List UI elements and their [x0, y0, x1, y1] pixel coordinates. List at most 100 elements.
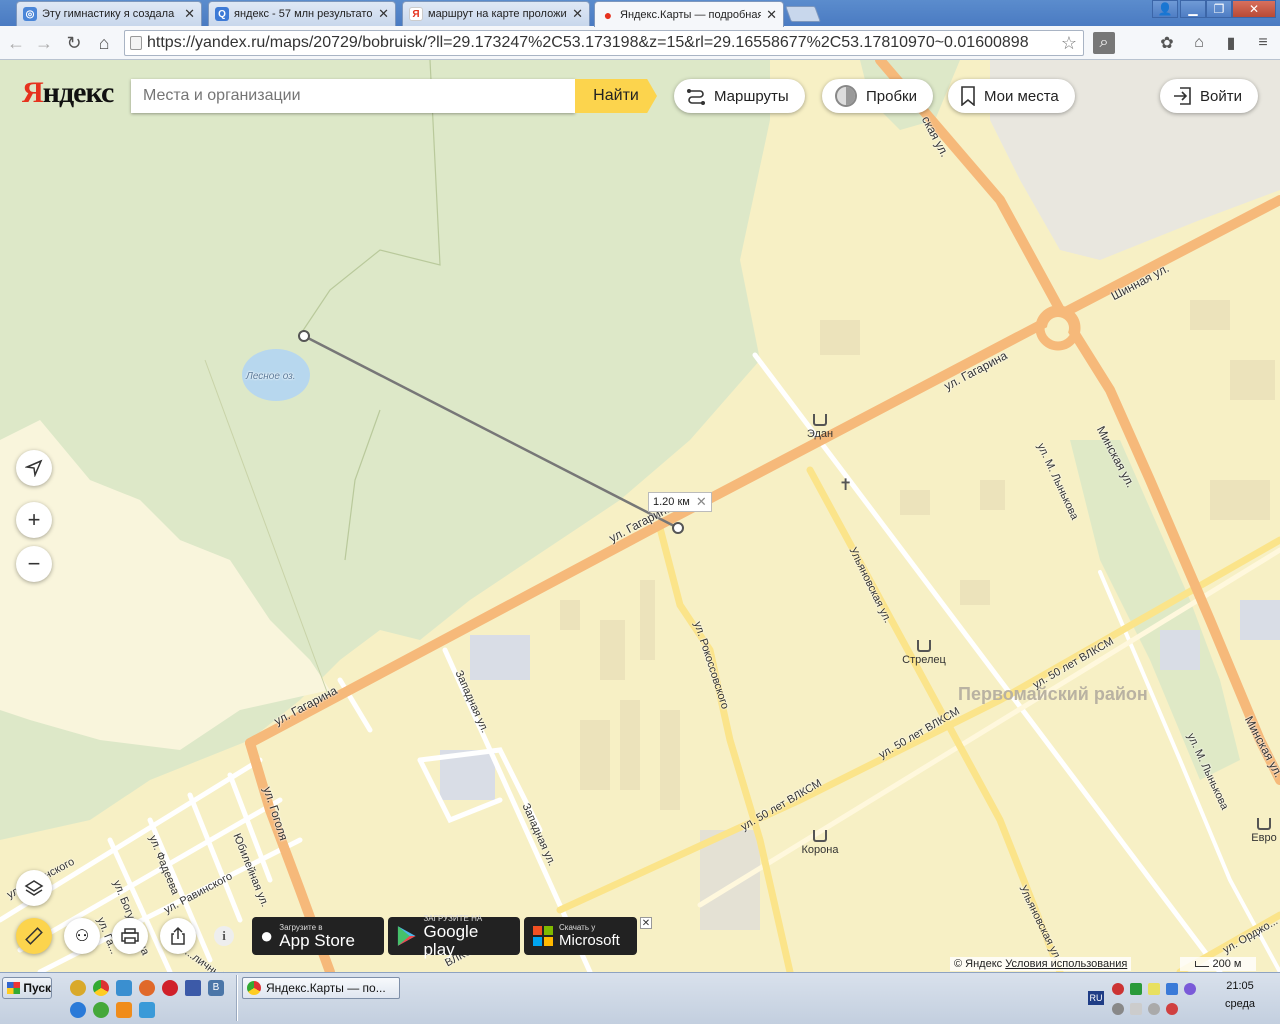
- user-icon[interactable]: 👤: [1152, 0, 1178, 18]
- app-launcher-icon[interactable]: [70, 980, 86, 996]
- ie-icon[interactable]: [70, 1002, 86, 1018]
- poi-evro[interactable]: Евро: [1244, 818, 1280, 844]
- panorama-button[interactable]: ⚇: [64, 918, 100, 954]
- bookmark-icon: [960, 86, 976, 106]
- tray-icon[interactable]: [1166, 983, 1178, 995]
- traffic-button[interactable]: Пробки: [822, 79, 933, 113]
- scale-bar: 200 м: [1180, 957, 1256, 971]
- distance-value: 1.20 км: [653, 496, 690, 508]
- zoom-in-button[interactable]: +: [16, 502, 52, 538]
- app-icon[interactable]: [116, 980, 132, 996]
- tray-icon[interactable]: [1130, 983, 1142, 995]
- tray-icon[interactable]: [1148, 1003, 1160, 1015]
- close-icon[interactable]: ✕: [766, 7, 777, 23]
- opera-icon[interactable]: [162, 980, 178, 996]
- tab-1[interactable]: ◎ Эту гимнастику я создала ✕: [16, 1, 202, 26]
- chrome-icon[interactable]: [93, 980, 109, 996]
- appstore-badge[interactable]: ● Загрузите в App Store: [252, 917, 384, 955]
- extension-icon[interactable]: ✿: [1156, 32, 1178, 54]
- tab-title: маршрут на карте проложить: [428, 8, 568, 20]
- layers-button[interactable]: [16, 870, 52, 906]
- forward-icon[interactable]: →: [32, 31, 56, 55]
- poi-strelec[interactable]: Стрелец: [894, 640, 954, 666]
- menu-icon[interactable]: ≡: [1252, 32, 1274, 54]
- tray-icon[interactable]: [1166, 1003, 1178, 1015]
- home-icon[interactable]: ⌂: [92, 31, 116, 55]
- ruler-point[interactable]: [298, 330, 310, 342]
- search-input[interactable]: [131, 79, 575, 113]
- bookmarks-icon[interactable]: ▮: [1220, 32, 1242, 54]
- save-icon[interactable]: [185, 980, 201, 996]
- back-icon[interactable]: ←: [4, 31, 28, 55]
- poi-korona[interactable]: Корона: [790, 830, 850, 856]
- routes-button[interactable]: Маршруты: [674, 79, 805, 113]
- lake-label: Лесное оз.: [246, 371, 296, 382]
- maximize-button[interactable]: ❐: [1206, 0, 1232, 18]
- odnoklassniki-icon[interactable]: [116, 1002, 132, 1018]
- info-icon[interactable]: i: [214, 926, 234, 946]
- vk-icon[interactable]: В: [208, 980, 224, 996]
- close-icon[interactable]: ✕: [378, 6, 389, 22]
- firefox-icon[interactable]: [139, 980, 155, 996]
- copyright-text: © Яндекс: [954, 958, 1003, 970]
- poi-label: Корона: [801, 844, 839, 856]
- start-button[interactable]: Пуск: [2, 977, 52, 999]
- login-button[interactable]: Войти: [1160, 79, 1258, 113]
- geolocation-button[interactable]: [16, 450, 52, 486]
- bookmark-star-icon[interactable]: ☆: [1061, 33, 1077, 54]
- close-icon[interactable]: ✕: [184, 6, 195, 22]
- clock[interactable]: 21:05 среда: [1205, 977, 1275, 1013]
- poi-edan[interactable]: Эдан: [790, 414, 850, 440]
- tray-icon[interactable]: [1112, 983, 1124, 995]
- clock-day: среда: [1224, 998, 1256, 1010]
- tab-2[interactable]: Q яндекс - 57 млн результатов ✕: [208, 1, 396, 26]
- close-badges-button[interactable]: ✕: [640, 917, 652, 929]
- chrome-icon: ◎: [23, 7, 37, 21]
- terms-link[interactable]: Условия использования: [1005, 958, 1127, 970]
- share-button[interactable]: [160, 918, 196, 954]
- app-icon[interactable]: [93, 1002, 109, 1018]
- reload-icon[interactable]: ↻: [62, 31, 86, 55]
- find-button[interactable]: Найти: [575, 79, 657, 113]
- close-icon[interactable]: ✕: [696, 494, 707, 510]
- close-icon[interactable]: ✕: [572, 6, 583, 22]
- layers-icon: [24, 880, 44, 896]
- tab-4-active[interactable]: ● Яндекс.Карты — подробная ✕: [594, 1, 784, 27]
- binoculars-icon: ⚇: [74, 928, 90, 945]
- minus-icon: −: [27, 551, 41, 576]
- taskbar-divider: [236, 975, 238, 1021]
- location-arrow-icon: [25, 459, 43, 477]
- language-indicator[interactable]: RU: [1088, 991, 1104, 1005]
- house-icon[interactable]: ⌂: [1188, 32, 1210, 54]
- ruler-point[interactable]: [672, 522, 684, 534]
- yandex-logo[interactable]: Яндекс: [22, 76, 114, 110]
- taskbar-window-button[interactable]: Яндекс.Карты — по...: [242, 977, 400, 999]
- new-tab-button[interactable]: [785, 6, 821, 22]
- zoom-out-button[interactable]: −: [16, 546, 52, 582]
- map-canvas[interactable]: ✝ ул. Гагарина ул. Гагарина ул. Гагарина…: [0, 60, 1280, 972]
- ruler-icon: [25, 927, 43, 945]
- tray-icon[interactable]: [1148, 983, 1160, 995]
- address-bar[interactable]: https://yandex.ru/maps/20729/bobruisk/?l…: [124, 30, 1084, 56]
- windows-taskbar: Пуск В Яндекс.Карты — по... RU 21:05 сре…: [0, 972, 1280, 1024]
- window-close-button[interactable]: ✕: [1232, 0, 1276, 18]
- tray-icon[interactable]: [1184, 983, 1196, 995]
- tray-icon[interactable]: [1112, 1003, 1124, 1015]
- badge-big-text: App Store: [279, 930, 355, 950]
- googleplay-badge[interactable]: ЗАГРУЗИТЕ НА Google play: [388, 914, 520, 958]
- shop-cart-icon: [813, 830, 827, 842]
- ruler-button[interactable]: [16, 918, 52, 954]
- tab-3[interactable]: Я маршрут на карте проложить ✕: [402, 1, 590, 26]
- chrome-icon: [247, 981, 261, 995]
- traffic-label: Пробки: [866, 87, 917, 105]
- app-icon[interactable]: [139, 1002, 155, 1018]
- my-places-button[interactable]: Мои места: [948, 79, 1075, 113]
- tab-title: Эту гимнастику я создала: [42, 8, 175, 20]
- tray-icon[interactable]: [1130, 1003, 1142, 1015]
- login-label: Войти: [1200, 87, 1242, 105]
- poi-label: Эдан: [806, 428, 834, 440]
- microsoft-badge[interactable]: Скачать у Microsoft: [524, 917, 637, 955]
- print-button[interactable]: [112, 918, 148, 954]
- search-icon[interactable]: ⌕: [1093, 32, 1115, 54]
- minimize-button[interactable]: ▁: [1180, 0, 1206, 18]
